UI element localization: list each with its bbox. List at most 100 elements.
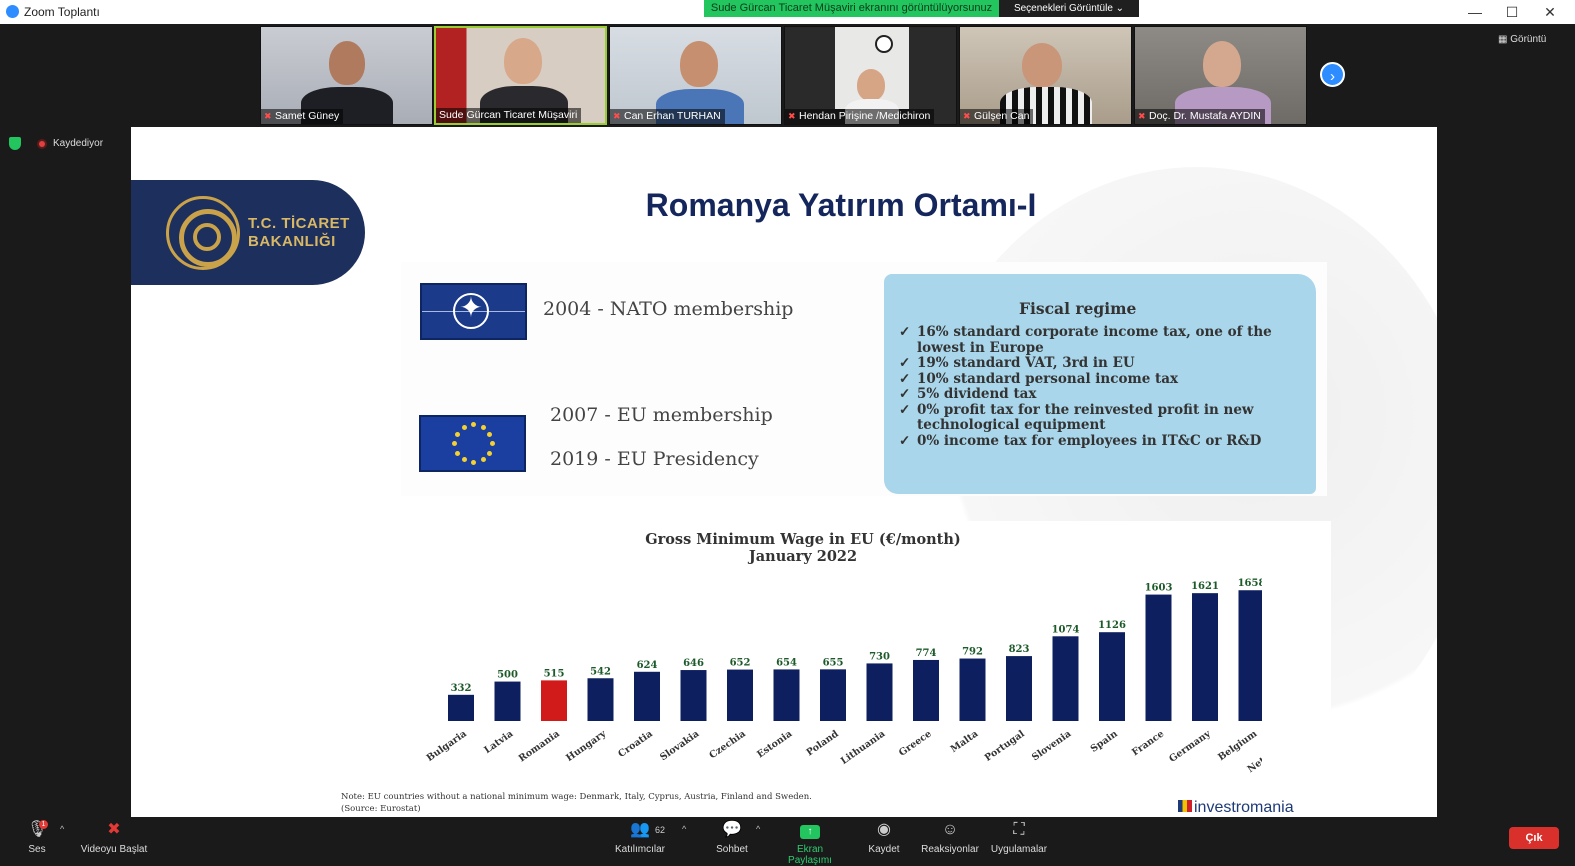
- bar-value-label: 1074: [1052, 624, 1080, 635]
- eu-star-icon: [454, 450, 460, 456]
- eu-flag-icon: [419, 415, 526, 472]
- category-label: Hungary: [564, 728, 608, 764]
- zoom-logo-icon: [6, 5, 19, 18]
- fiscal-item: 19% standard VAT, 3rd in EU: [899, 355, 1319, 372]
- chart-source-line: (Source: Eurostat): [341, 804, 421, 814]
- participant-tile[interactable]: ✖ Samet Güney: [260, 26, 433, 125]
- bar-value-label: 792: [962, 647, 983, 658]
- mic-muted-icon: ✖: [613, 111, 621, 121]
- participant-tile[interactable]: ✖ Gülşen Can: [959, 26, 1132, 125]
- bar-value-label: 774: [916, 648, 937, 659]
- mic-muted-icon: ✖: [963, 111, 971, 121]
- bar-value-label: 500: [497, 670, 518, 681]
- screen-share-banner: Sude Gürcan Ticaret Müşaviri ekranını gö…: [704, 0, 999, 17]
- category-label: Croatia: [616, 728, 654, 760]
- minimum-wage-bar-chart: Gross Minimum Wage in EU (€/month) Janua…: [425, 531, 1262, 775]
- bar-france: [1145, 594, 1172, 721]
- view-button[interactable]: ▦ Görüntü: [1498, 34, 1546, 45]
- bar-value-label: 624: [637, 660, 658, 671]
- emoji-add-icon: ☺: [941, 821, 959, 838]
- bar-value-label: 1658: [1238, 578, 1262, 589]
- participant-name: Sude Gürcan Ticaret Müşaviri: [436, 108, 582, 123]
- bar-croatia: [634, 671, 660, 721]
- minimize-button[interactable]: —: [1460, 2, 1490, 22]
- bar-bulgaria: [448, 694, 474, 721]
- recording-icon: [37, 139, 47, 149]
- category-label: Portugal: [983, 728, 1027, 764]
- leave-meeting-button[interactable]: Çık: [1509, 827, 1559, 849]
- fiscal-item: 0% income tax for employees in IT&C or R…: [899, 433, 1319, 450]
- gallery-next-page-button[interactable]: ›: [1320, 62, 1345, 87]
- apps-icon: ⛶: [1013, 821, 1025, 838]
- start-video-button[interactable]: ✖ Videoyu Başlat: [80, 820, 148, 855]
- participant-video-head: [680, 41, 718, 87]
- eu-star-icon: [487, 431, 493, 437]
- participant-tile-active-speaker[interactable]: Sude Gürcan Ticaret Müşaviri: [434, 26, 607, 125]
- slide-title: Romanya Yatırım Ortamı-I: [645, 187, 1037, 223]
- eu-presidency-text: 2019 - EU Presidency: [550, 448, 759, 470]
- record-icon: ◉: [877, 821, 891, 838]
- chat-bubble-icon: 💬: [722, 821, 742, 838]
- bar-poland: [820, 669, 846, 721]
- fiscal-item: 16% standard corporate income tax, one o…: [899, 324, 1319, 356]
- chart-title: Gross Minimum Wage in EU (€/month): [645, 531, 961, 548]
- bar-value-label: 1603: [1145, 583, 1173, 594]
- chat-options-caret[interactable]: ^: [756, 824, 760, 834]
- category-label: Estonia: [755, 728, 794, 760]
- encryption-shield-icon[interactable]: [9, 137, 21, 150]
- participant-video-head: [504, 38, 542, 84]
- participant-tile[interactable]: ✖ Hendan Pirişine /Medichiron: [784, 26, 957, 125]
- video-off-icon: ✖: [107, 821, 121, 838]
- nato-compass-icon: [453, 291, 489, 329]
- record-button[interactable]: ◉ Kaydet: [866, 820, 902, 855]
- window-title: Zoom Toplantı: [24, 5, 100, 19]
- view-options-button[interactable]: Seçenekleri Görüntüle ⌄: [999, 0, 1139, 17]
- bar-value-label: 332: [451, 683, 472, 694]
- eu-membership-text: 2007 - EU membership: [550, 404, 773, 426]
- nato-flag-icon: [420, 283, 527, 340]
- logo-line-2: BAKANLIĞI: [248, 233, 336, 250]
- bar-value-label: 1126: [1098, 620, 1126, 631]
- eu-star-icon: [454, 431, 460, 437]
- category-label: Slovenia: [1030, 728, 1073, 763]
- participant-tile[interactable]: ✖ Can Erhan TURHAN: [609, 26, 782, 125]
- category-label: France: [1130, 728, 1166, 758]
- eu-star-icon: [461, 457, 467, 463]
- fiscal-item: 0% profit tax for the reinvested profit …: [899, 402, 1319, 434]
- apps-button[interactable]: ⛶ Uygulamalar: [989, 820, 1049, 855]
- audio-options-caret[interactable]: ^: [60, 824, 64, 834]
- participants-options-caret[interactable]: ^: [682, 824, 686, 834]
- bar-spain: [1099, 632, 1125, 721]
- fiscal-item: 10% standard personal income tax: [899, 371, 1319, 388]
- chart-note-line: Note: EU countries without a national mi…: [341, 792, 812, 802]
- bar-value-label: 652: [730, 658, 751, 669]
- participant-video-head: [1203, 41, 1241, 87]
- ministry-seal-icon: [166, 196, 240, 270]
- bar-lithuania: [866, 663, 893, 721]
- bar-estonia: [773, 669, 800, 721]
- participant-count: 62: [655, 825, 666, 835]
- close-window-button[interactable]: ✕: [1535, 2, 1565, 22]
- participant-tile[interactable]: ✖ Doç. Dr. Mustafa AYDIN: [1134, 26, 1307, 125]
- maximize-button[interactable]: ☐: [1497, 2, 1527, 22]
- bar-germany: [1192, 593, 1218, 721]
- mic-muted-icon: ✖: [788, 111, 796, 121]
- chat-button[interactable]: 💬 Sohbet: [713, 820, 751, 855]
- bar-value-label: 646: [683, 658, 704, 669]
- participant-name: ✖ Doç. Dr. Mustafa AYDIN: [1135, 109, 1265, 124]
- participant-name: ✖ Samet Güney: [261, 109, 344, 124]
- bar-value-label: 1621: [1191, 581, 1219, 592]
- share-screen-button[interactable]: ↑ Ekran Paylaşımı: [774, 820, 846, 866]
- nato-membership-text: 2004 - NATO membership: [543, 298, 794, 320]
- eu-star-icon: [480, 424, 486, 430]
- eu-star-icon: [490, 441, 495, 446]
- bar-romania: [541, 680, 567, 721]
- participant-video-head: [329, 41, 365, 85]
- fiscal-item: 5% dividend tax: [899, 386, 1319, 403]
- category-label: Greece: [897, 728, 934, 758]
- bar-latvia: [494, 681, 521, 721]
- participant-name: ✖ Hendan Pirişine /Medichiron: [785, 109, 935, 124]
- category-label: Bulgaria: [425, 728, 469, 763]
- reactions-button[interactable]: ☺ Reaksiyonlar: [921, 820, 979, 855]
- grid-view-icon: ▦: [1498, 34, 1511, 45]
